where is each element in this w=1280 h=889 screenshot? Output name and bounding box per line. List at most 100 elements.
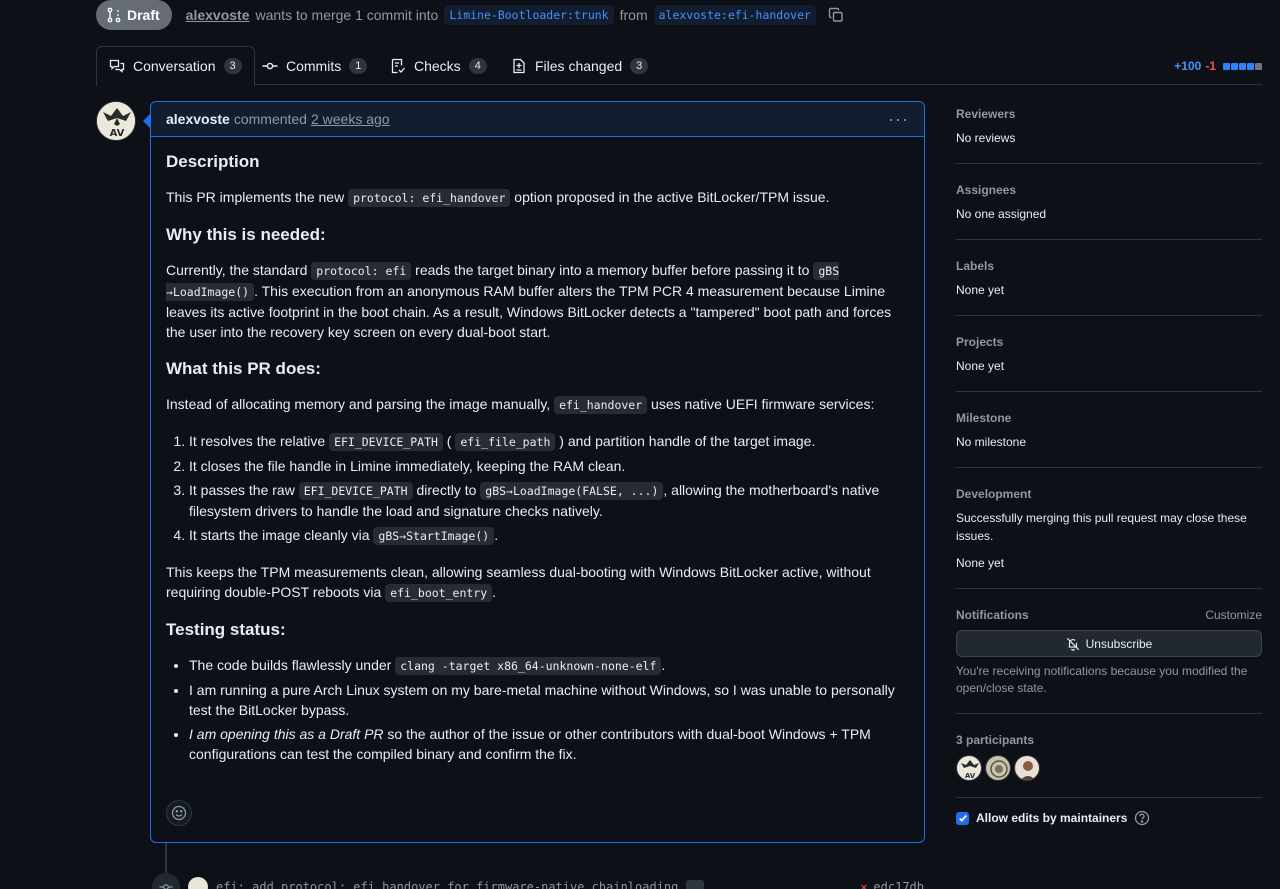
section-label: Assignees [956,183,1017,197]
heading-what: What this PR does: [166,359,321,378]
head-branch[interactable]: alexvoste:efi-handover [653,5,816,25]
assignees-heading[interactable]: Assignees [956,180,1262,200]
draft-label: Draft [127,7,160,23]
inline-code: EFI_DEVICE_PATH [329,433,443,451]
text: The code builds flawlessly under [189,657,396,673]
development-heading[interactable]: Development [956,484,1262,504]
copy-icon[interactable] [828,7,844,23]
tab-commits[interactable]: Commits 1 [250,46,379,85]
reviewers-value: No reviews [956,131,1016,145]
commit-sha[interactable]: ✕ edc17db [860,880,924,889]
paragraph: This keeps the TPM measurements clean, a… [166,562,909,603]
commit-expand-button[interactable]: ... [686,880,705,889]
text: Instead of allocating memory and parsing… [166,396,555,412]
participant-avatar[interactable]: AV [956,755,982,781]
diff-additions: +100 [1174,59,1202,73]
tab-label: Conversation [133,58,216,74]
inline-code: efi_boot_entry [385,584,493,602]
author-avatar[interactable]: AV [96,101,136,141]
allow-edits-checkbox[interactable] [956,811,969,825]
labels-heading[interactable]: Labels [956,256,1262,276]
base-branch[interactable]: Limine-Bootloader:trunk [444,5,614,25]
tab-label: Commits [286,57,342,74]
diff-stat: +100 -1 [1174,59,1262,73]
sidebar-notifications: Notifications Customize Unsubscribe You'… [956,601,1262,714]
participants-heading: 3 participants [956,730,1262,750]
text: directly to [412,482,481,498]
inline-code: gBS→StartImage() [373,527,495,545]
notifications-note: You're receiving notifications because y… [956,664,1248,695]
list-item: It passes the raw EFI_DEVICE_PATH direct… [189,480,909,521]
sidebar-assignees: Assignees No one assigned [956,176,1262,240]
sidebar-participants: 3 participants AV [956,726,1262,798]
x-icon: ✕ [860,880,868,889]
pr-header: Draft alexvoste wants to merge 1 commit … [96,0,844,30]
sidebar-labels: Labels None yet [956,252,1262,316]
add-reaction-button[interactable] [166,800,192,826]
section-label: Milestone [956,411,1012,425]
unsubscribe-button[interactable]: Unsubscribe [956,630,1262,657]
merge-text: wants to merge 1 commit into [255,7,439,23]
sidebar-projects: Projects None yet [956,328,1262,392]
commit-message[interactable]: efi: add protocol: efi_handover for firm… [216,880,678,889]
question-icon[interactable] [1134,810,1150,826]
reviewers-heading[interactable]: Reviewers [956,104,1262,124]
text: reads the target binary into a memory bu… [411,262,814,278]
milestone-heading[interactable]: Milestone [956,408,1262,428]
text: uses native UEFI firmware services: [647,396,875,412]
heading-why: Why this is needed: [166,225,326,244]
tab-label: Files changed [535,57,623,74]
author-link[interactable]: alexvoste [186,7,250,23]
development-value: None yet [956,556,1005,570]
inline-code: efi_handover [554,396,648,414]
projects-heading[interactable]: Projects [956,332,1262,352]
git-commit-icon [152,873,180,889]
kebab-menu-icon[interactable]: ··· [888,109,909,130]
sidebar-development: Development Successfully merging this pu… [956,480,1262,589]
assignees-value: No one assigned [956,207,1047,221]
section-label: Development [956,487,1032,501]
diff-deletions: -1 [1205,59,1216,73]
tab-checks[interactable]: Checks 4 [378,46,499,85]
inline-code: EFI_DEVICE_PATH [298,482,413,500]
comment-timestamp[interactable]: 2 weeks ago [311,111,390,127]
emphasis: I am opening this as a Draft PR [189,726,384,742]
git-commit-icon [262,62,278,69]
tab-counter: 4 [468,57,487,74]
comment-header: alexvoste commented 2 weeks ago ··· [151,102,924,137]
inline-code: protocol: efi_handover [348,189,511,207]
file-diff-icon [513,58,525,73]
section-label: Labels [956,259,995,273]
checklist-icon [391,58,405,73]
pr-description-comment: alexvoste commented 2 weeks ago ··· Desc… [143,101,925,843]
sidebar: Reviewers No reviews Assignees No one as… [956,100,1262,826]
list-item: It starts the image cleanly via gBS→Star… [189,525,909,546]
section-label: Notifications [956,608,1029,622]
list-item: It resolves the relative EFI_DEVICE_PATH… [189,431,909,452]
tab-conversation[interactable]: Conversation 3 [96,46,255,86]
paragraph: Instead of allocating memory and parsing… [166,394,909,415]
tab-counter: 3 [630,57,649,74]
comment-author[interactable]: alexvoste [166,111,230,127]
smiley-icon [171,805,187,821]
section-label: Reviewers [956,107,1016,121]
participants-list: AV [956,755,1262,781]
heading-testing: Testing status: [166,620,286,639]
text: This keeps the TPM measurements clean, a… [166,564,871,600]
commit-row: efi: add protocol: efi_handover for firm… [152,872,924,889]
participant-avatar[interactable] [1014,755,1040,781]
customize-link[interactable]: Customize [1205,608,1262,622]
participant-avatar[interactable] [985,755,1011,781]
paragraph: Currently, the standard protocol: efi re… [166,260,909,342]
tab-files-changed[interactable]: Files changed 3 [499,46,660,85]
from-text: from [619,7,648,23]
ordered-list: It resolves the relative EFI_DEVICE_PATH… [166,431,909,546]
sidebar-milestone: Milestone No milestone [956,404,1262,468]
heading-description: Description [166,152,260,171]
commit-author-avatar[interactable] [188,877,208,889]
inline-code: protocol: efi [311,262,412,280]
comment-body: Description This PR implements the new p… [151,137,924,764]
comment-action: commented [233,111,307,127]
sidebar-reviewers: Reviewers No reviews [956,100,1262,164]
text: . [492,584,497,600]
